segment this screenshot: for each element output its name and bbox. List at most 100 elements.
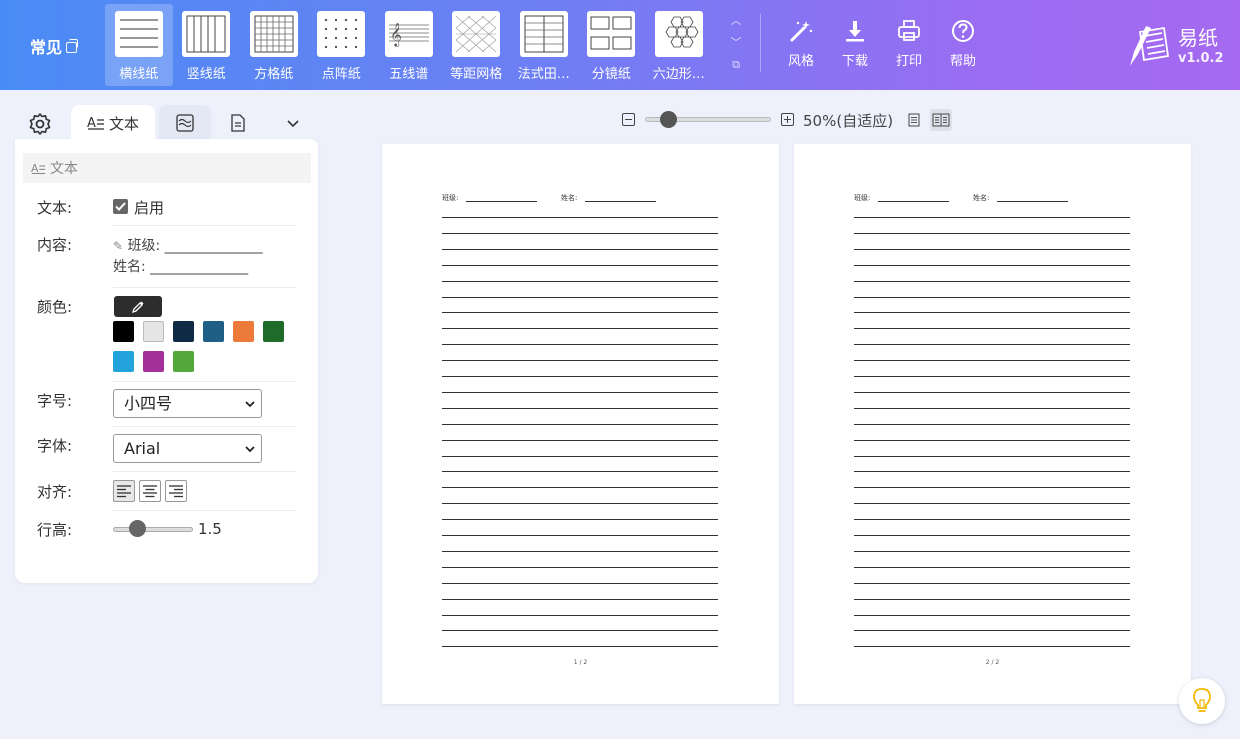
font-size-select[interactable]: 小四号 xyxy=(113,389,262,418)
paper-list-scroller: ︿ ﹀ ⧉ xyxy=(726,10,746,82)
zoom-out-button[interactable] xyxy=(622,113,635,126)
paper-label: 竖线纸 xyxy=(186,67,226,82)
ruled-line xyxy=(442,248,718,250)
style-button[interactable]: 风格 xyxy=(781,18,821,69)
select-value: Arial xyxy=(124,439,161,458)
paper-type-list: 横线纸 竖线纸 方格纸 点阵纸 𝄞 五线谱 等距网格 法式田… 分镜纸 六边形… xyxy=(105,4,713,86)
ruled-line xyxy=(854,550,1130,552)
tab-page[interactable] xyxy=(215,105,261,141)
align-label: 对齐: xyxy=(37,483,73,501)
ruled-line xyxy=(442,344,718,346)
help-icon xyxy=(952,20,974,42)
pencil-icon: ✎ xyxy=(113,239,124,253)
gear-icon[interactable] xyxy=(28,112,52,136)
font-family-select[interactable]: Arial xyxy=(113,434,262,463)
copy-icon[interactable]: ⧉ xyxy=(726,54,746,76)
chevron-down-icon[interactable] xyxy=(283,113,303,133)
align-center-button[interactable] xyxy=(139,480,161,502)
double-page-icon xyxy=(932,113,950,127)
paper-dot[interactable]: 点阵纸 xyxy=(308,4,376,86)
color-swatch[interactable] xyxy=(113,321,134,342)
color-swatch[interactable] xyxy=(173,321,194,342)
align-left-icon xyxy=(117,485,131,498)
color-swatch[interactable] xyxy=(263,321,284,342)
color-swatch[interactable] xyxy=(173,351,194,372)
color-swatch[interactable] xyxy=(203,321,224,342)
download-button[interactable]: 下载 xyxy=(835,18,875,69)
svg-text:𝄞: 𝄞 xyxy=(390,22,402,47)
text-label: 文本: xyxy=(37,199,73,217)
help-button[interactable]: 帮助 xyxy=(943,18,983,69)
ruled-line xyxy=(442,423,718,425)
paper-hexagon[interactable]: 六边形… xyxy=(645,4,713,86)
ruled-line xyxy=(854,217,1130,218)
content-line: 姓名: ______________ xyxy=(113,259,249,275)
enable-checkbox[interactable] xyxy=(113,199,128,214)
line-height-slider[interactable] xyxy=(113,527,193,532)
paper-french[interactable]: 法式田… xyxy=(510,4,578,86)
ruled-line xyxy=(854,423,1130,425)
color-label: 颜色: xyxy=(37,298,73,316)
ruled-line xyxy=(854,566,1130,568)
align-right-button[interactable] xyxy=(165,480,187,502)
tab-lines[interactable] xyxy=(159,105,211,141)
divider xyxy=(113,471,296,472)
paper-label: 法式田… xyxy=(517,67,570,82)
zoom-level: 50%(自适应) xyxy=(803,112,894,130)
ruled-line xyxy=(854,646,1130,648)
slider-handle[interactable] xyxy=(129,520,146,537)
ruled-line xyxy=(442,566,718,568)
single-page-view-button[interactable] xyxy=(903,109,925,131)
app-logo: 易纸 v1.0.2 xyxy=(1126,18,1226,74)
paper-storyboard[interactable]: 分镜纸 xyxy=(578,4,646,86)
ruled-line xyxy=(442,519,718,521)
ruled-line xyxy=(854,296,1130,298)
tips-button[interactable] xyxy=(1179,678,1225,724)
tool-label: 帮助 xyxy=(949,54,976,69)
select-value: 小四号 xyxy=(124,394,173,413)
french-grid-icon xyxy=(519,11,568,57)
align-left-button[interactable] xyxy=(113,480,135,502)
zoom-in-button[interactable] xyxy=(781,113,794,126)
category-selector[interactable]: 常见 xyxy=(30,34,79,58)
ruled-line xyxy=(854,535,1130,536)
color-picker-button[interactable] xyxy=(114,296,162,317)
color-swatch[interactable] xyxy=(113,351,134,372)
ruled-line xyxy=(854,264,1130,266)
dot-paper-icon xyxy=(317,11,366,57)
chevron-down-icon[interactable]: ﹀ xyxy=(726,32,746,54)
content-editor[interactable]: ✎ 班级: ______________ xyxy=(113,235,263,255)
ruled-line xyxy=(442,550,718,552)
print-button[interactable]: 打印 xyxy=(889,18,929,69)
class-label: 班级: xyxy=(442,194,459,202)
zoom-slider-handle[interactable] xyxy=(660,111,678,128)
divider xyxy=(113,287,296,288)
class-underline xyxy=(466,201,537,202)
ruled-line xyxy=(442,503,718,505)
paper-grid[interactable]: 方格纸 xyxy=(240,4,308,86)
paper-staff[interactable]: 𝄞 五线谱 xyxy=(375,4,443,86)
tool-label: 下载 xyxy=(841,54,868,69)
paper-vertical[interactable]: 竖线纸 xyxy=(173,4,241,86)
paper-isometric[interactable]: 等距网格 xyxy=(443,4,511,86)
chevron-up-icon[interactable]: ︿ xyxy=(726,10,746,32)
paper-label: 点阵纸 xyxy=(321,67,361,82)
ruled-line xyxy=(442,614,718,616)
ruled-line xyxy=(854,487,1130,489)
app-name: 易纸 xyxy=(1178,26,1218,50)
category-label: 常见 xyxy=(30,38,63,57)
hexagon-paper-icon xyxy=(654,11,703,57)
check-icon xyxy=(115,202,126,211)
paper-lined[interactable]: 横线纸 xyxy=(105,4,173,86)
ruled-line xyxy=(854,598,1130,600)
app-version: v1.0.2 xyxy=(1178,51,1224,66)
color-swatch[interactable] xyxy=(143,321,164,342)
tab-text[interactable]: A 文本 xyxy=(71,105,155,141)
color-swatch[interactable] xyxy=(233,321,254,342)
color-swatch[interactable] xyxy=(143,351,164,372)
staff-paper-icon: 𝄞 xyxy=(384,11,433,57)
ruled-line xyxy=(442,296,718,298)
ruled-line xyxy=(442,582,718,584)
double-page-view-button[interactable] xyxy=(930,109,952,131)
printer-icon xyxy=(898,20,920,41)
